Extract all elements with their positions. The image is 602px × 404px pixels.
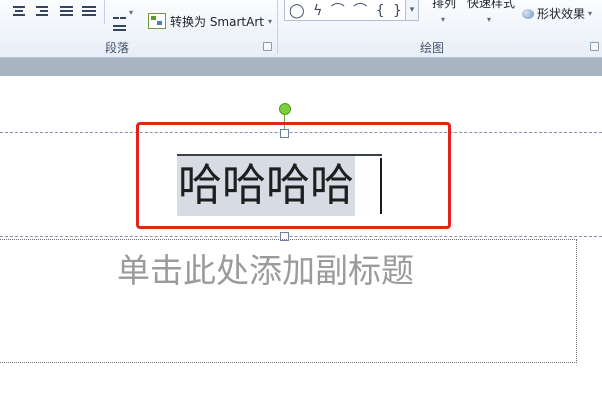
paragraph-launcher-icon[interactable] [263, 42, 272, 51]
highlight-frame [136, 122, 451, 229]
arrange-dropdown-icon[interactable]: ▾ [441, 15, 445, 24]
convert-smartart-button[interactable]: 转换为 SmartArt ▾ [148, 12, 272, 30]
arrange-button[interactable]: 排列 [432, 0, 456, 11]
align-right-icon[interactable] [36, 6, 50, 19]
align-center-icon[interactable] [12, 6, 26, 19]
shapes-gallery-glyphs: ◯ ϟ ⌒ ⌒ { } [289, 3, 404, 19]
title-box-bottom-border [0, 236, 602, 237]
divider [104, 0, 105, 24]
quick-styles-dropdown-icon[interactable]: ▾ [487, 15, 491, 24]
workspace-background [0, 58, 602, 76]
group-divider [277, 0, 278, 54]
subtitle-placeholder-text[interactable]: 单击此处添加副标题 [117, 244, 414, 292]
paragraph-group-label: 段落 [105, 41, 130, 55]
chevron-down-icon: ▾ [588, 9, 593, 18]
ribbon: ▾ 转换为 SmartArt ▾ 段落 ◯ ϟ ⌒ ⌒ { } ▾ 排列 ▾ 快… [0, 0, 602, 58]
shapes-gallery[interactable]: ◯ ϟ ⌒ ⌒ { } [284, 0, 406, 21]
drawing-launcher-icon[interactable] [590, 42, 599, 51]
smartart-icon [148, 13, 166, 29]
chevron-down-icon: ▾ [267, 16, 272, 26]
columns-icon[interactable] [113, 6, 127, 31]
distributed-icon[interactable] [82, 6, 96, 19]
columns-dropdown-icon[interactable]: ▾ [129, 8, 133, 17]
shape-effects-button[interactable]: 形状效果 ▾ [522, 5, 592, 22]
shape-effects-icon [522, 8, 534, 19]
shape-effects-label: 形状效果 [537, 7, 586, 21]
quick-styles-button[interactable]: 快速样式 [467, 0, 515, 11]
drawing-group-label: 绘图 [420, 41, 445, 55]
shapes-more-button[interactable]: ▾ [405, 0, 419, 21]
rotation-handle[interactable] [279, 103, 291, 115]
justify-icon[interactable] [60, 6, 74, 19]
convert-smartart-label: 转换为 SmartArt [170, 14, 264, 29]
